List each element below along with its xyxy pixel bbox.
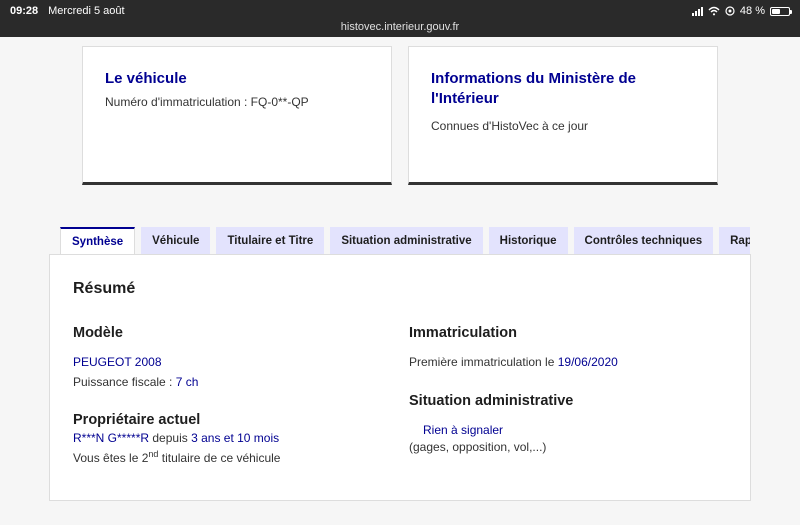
owner-rank-prefix: Vous êtes le 2 xyxy=(73,451,149,465)
owner-rank-sup: nd xyxy=(148,449,159,459)
location-icon xyxy=(725,6,735,16)
synthese-panel: Résumé Modèle PEUGEOT 2008 Puissance fis… xyxy=(49,254,751,501)
ministry-card-text: Connues d'HistoVec à ce jour xyxy=(431,119,589,133)
owner-duration[interactable]: 3 ans et 10 mois xyxy=(191,431,279,445)
tab-situation-administrative[interactable]: Situation administrative xyxy=(330,227,483,255)
tab-titulaire-et-titre[interactable]: Titulaire et Titre xyxy=(216,227,325,255)
vehicle-card: Le véhicule Numéro d'immatriculation : F… xyxy=(82,46,392,185)
owner-rank: Vous êtes le 2nd titulaire de ce véhicul… xyxy=(73,449,280,465)
ministry-card: Informations du Ministère de l'Intérieur… xyxy=(408,46,718,185)
vehicle-card-registration: Numéro d'immatriculation : FQ-0**-QP xyxy=(105,95,309,109)
owner-since-label: depuis xyxy=(152,431,188,445)
tab-vehicule[interactable]: Véhicule xyxy=(141,227,211,255)
model-name-link[interactable]: PEUGEOT 2008 xyxy=(73,355,162,369)
first-registration-date[interactable]: 19/06/2020 xyxy=(558,355,618,369)
address-bar-url[interactable]: histovec.interieur.gouv.fr xyxy=(0,21,800,33)
status-right: 48 % xyxy=(691,5,792,17)
admin-status-note: (gages, opposition, vol,...) xyxy=(409,440,547,454)
tab-historique[interactable]: Historique xyxy=(488,227,568,255)
vehicle-card-title: Le véhicule xyxy=(105,70,187,87)
battery-percent: 48 % xyxy=(739,5,765,17)
tab-rapport[interactable]: Rap xyxy=(719,227,750,255)
battery-fill xyxy=(772,8,780,14)
admin-situation-heading: Situation administrative xyxy=(409,393,574,409)
summary-heading: Résumé xyxy=(73,280,136,297)
registration-heading: Immatriculation xyxy=(409,325,517,341)
tab-controles-techniques[interactable]: Contrôles techniques xyxy=(573,227,714,255)
fiscal-power: Puissance fiscale : 7 ch xyxy=(73,375,198,389)
admin-status-link[interactable]: Rien à signaler xyxy=(423,423,503,437)
tab-bar: Synthèse Véhicule Titulaire et Titre Sit… xyxy=(60,227,750,255)
status-date: Mercredi 5 août xyxy=(48,5,125,17)
wifi-icon xyxy=(708,6,720,16)
owner-name-link[interactable]: R***N G*****R xyxy=(73,431,149,445)
tab-synthese[interactable]: Synthèse xyxy=(60,227,136,255)
cellular-signal-icon xyxy=(691,6,703,16)
owner-heading: Propriétaire actuel xyxy=(73,412,201,428)
status-bar: 09:28 Mercredi 5 août 48 % histovec.inte… xyxy=(0,0,800,37)
owner-rank-suffix: titulaire de ce véhicule xyxy=(161,451,281,465)
model-heading: Modèle xyxy=(73,325,123,341)
owner-since: R***N G*****R depuis 3 ans et 10 mois xyxy=(73,431,279,445)
first-registration-label: Première immatriculation le xyxy=(409,355,555,369)
first-registration: Première immatriculation le 19/06/2020 xyxy=(409,355,618,369)
fiscal-power-value[interactable]: 7 ch xyxy=(176,375,199,389)
ministry-card-title: Informations du Ministère de l'Intérieur xyxy=(431,70,637,107)
battery-icon xyxy=(770,6,792,16)
status-time: 09:28 xyxy=(10,5,39,17)
status-left: 09:28 Mercredi 5 août xyxy=(10,5,125,17)
fiscal-power-label: Puissance fiscale : xyxy=(73,375,173,389)
